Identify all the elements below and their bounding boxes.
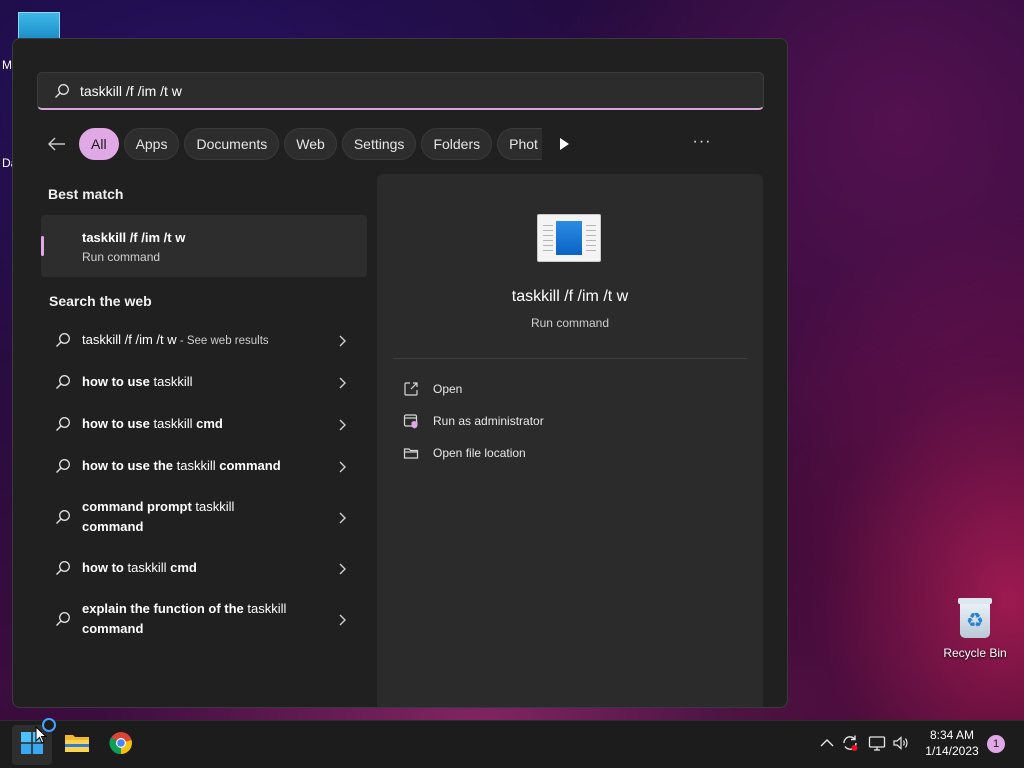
search-box[interactable] [37,72,764,110]
preview-title: taskkill /f /im /t w [511,288,629,305]
filter-chip-documents[interactable]: Documents [184,128,280,160]
web-result-bold: how to use the [82,458,177,473]
action-run-as-admin[interactable]: Run as administrator [403,410,544,432]
best-match-subtitle: Run command [82,250,161,264]
sync-icon[interactable] [841,734,859,752]
clock-date: 1/14/2023 [925,744,979,758]
chrome-button[interactable] [101,725,141,765]
filter-chip-all[interactable]: All [79,128,119,160]
chevron-right-icon [337,334,347,347]
divider [393,358,747,359]
folder-icon [64,732,90,759]
volume-icon[interactable] [892,734,910,752]
filter-chip-folders[interactable]: Folders [421,128,493,160]
web-result-bold: command [82,519,144,534]
web-result-term: taskkill [195,499,235,514]
web-result-term: taskkill [247,601,287,616]
chevron-right-icon [337,460,347,473]
start-search-panel: All Apps Documents Web Settings Folders … [12,38,788,708]
chrome-icon [109,731,133,760]
preview-pane: taskkill /f /im /t w Run command Open Ru… [377,174,763,707]
desktop-label-fragment: M [2,58,12,72]
filter-bar: All Apps Documents Web Settings Folders … [43,128,577,160]
web-result-item[interactable]: command prompt taskkill command [41,487,367,547]
search-icon [55,416,71,432]
search-icon [55,560,71,576]
play-next-icon[interactable] [551,131,577,157]
web-result-bold: command [82,621,144,636]
network-icon[interactable] [868,734,886,752]
web-result-query: taskkill /f /im /t w [82,331,177,347]
shield-window-icon [403,413,419,429]
search-web-heading: Search the web [49,293,152,309]
chevron-right-icon [337,511,347,524]
filter-chip-photos[interactable]: Phot [497,128,543,160]
chevron-right-icon [337,613,347,626]
search-icon [55,332,71,348]
web-result-item[interactable]: taskkill /f /im /t w - See web results [41,319,367,361]
web-result-bold: how to use [82,374,154,389]
action-open-file-location[interactable]: Open file location [403,442,526,464]
chevron-right-icon [337,418,347,431]
recycle-bin-label: Recycle Bin [943,646,1007,660]
search-input[interactable] [80,82,720,99]
web-result-term: taskkill [127,560,167,575]
chevron-right-icon [337,376,347,389]
web-result-term: taskkill [176,458,216,473]
search-icon [54,83,70,99]
web-result-term: taskkill [153,416,193,431]
back-arrow-icon[interactable] [43,130,71,158]
more-options-icon[interactable]: ··· [689,134,715,155]
filter-chip-web[interactable]: Web [284,128,337,160]
best-match-title: taskkill /f /im /t w [82,230,186,245]
selection-indicator [41,236,44,256]
web-result-suffix: - See web results [176,334,269,347]
action-run-as-admin-label: Run as administrator [433,414,544,428]
preview-type: Run command [530,316,610,330]
notification-badge[interactable]: 1 [987,735,1005,753]
web-result-item[interactable]: explain the function of the taskkill com… [41,589,367,649]
run-command-app-icon [537,214,601,262]
web-result-bold: how to [82,560,128,575]
web-result-bold: command [215,458,281,473]
recycle-bin[interactable]: ♻ Recycle Bin [940,596,1010,660]
chevron-right-icon [337,562,347,575]
search-icon [55,374,71,390]
taskbar-clock[interactable]: 8:34 AM 1/14/2023 [920,727,984,759]
filter-chip-settings[interactable]: Settings [341,128,417,160]
chevron-up-icon[interactable] [818,734,836,752]
filter-chip-apps[interactable]: Apps [123,128,180,160]
web-results-list: taskkill /f /im /t w - See web results h… [41,319,367,649]
action-open[interactable]: Open [403,378,462,400]
recycle-bin-icon: ♻ [956,596,994,640]
desktop-icon-app[interactable] [18,12,60,40]
web-result-item[interactable]: how to use the taskkill command [41,445,367,487]
web-result-bold: how to use [82,416,154,431]
clock-time: 8:34 AM [929,728,975,742]
web-result-bold: explain the function of the [82,601,248,616]
action-open-label: Open [433,382,463,396]
action-open-file-location-label: Open file location [433,446,526,460]
folder-icon [403,445,419,461]
web-result-bold: cmd [192,416,223,431]
web-result-term: taskkill [153,374,193,389]
search-icon [55,458,71,474]
web-result-item[interactable]: how to use taskkill [41,361,367,403]
best-match-heading: Best match [48,186,124,202]
web-result-bold: cmd [166,560,197,575]
web-result-item[interactable]: how to use taskkill cmd [41,403,367,445]
web-result-bold: command prompt [82,499,196,514]
open-external-icon [403,381,419,397]
search-icon [55,611,71,627]
web-result-item[interactable]: how to taskkill cmd [41,547,367,589]
search-icon [55,509,71,525]
file-explorer-button[interactable] [57,725,97,765]
best-match-item[interactable]: taskkill /f /im /t w Run command [41,215,367,277]
mouse-cursor-icon [35,725,48,744]
